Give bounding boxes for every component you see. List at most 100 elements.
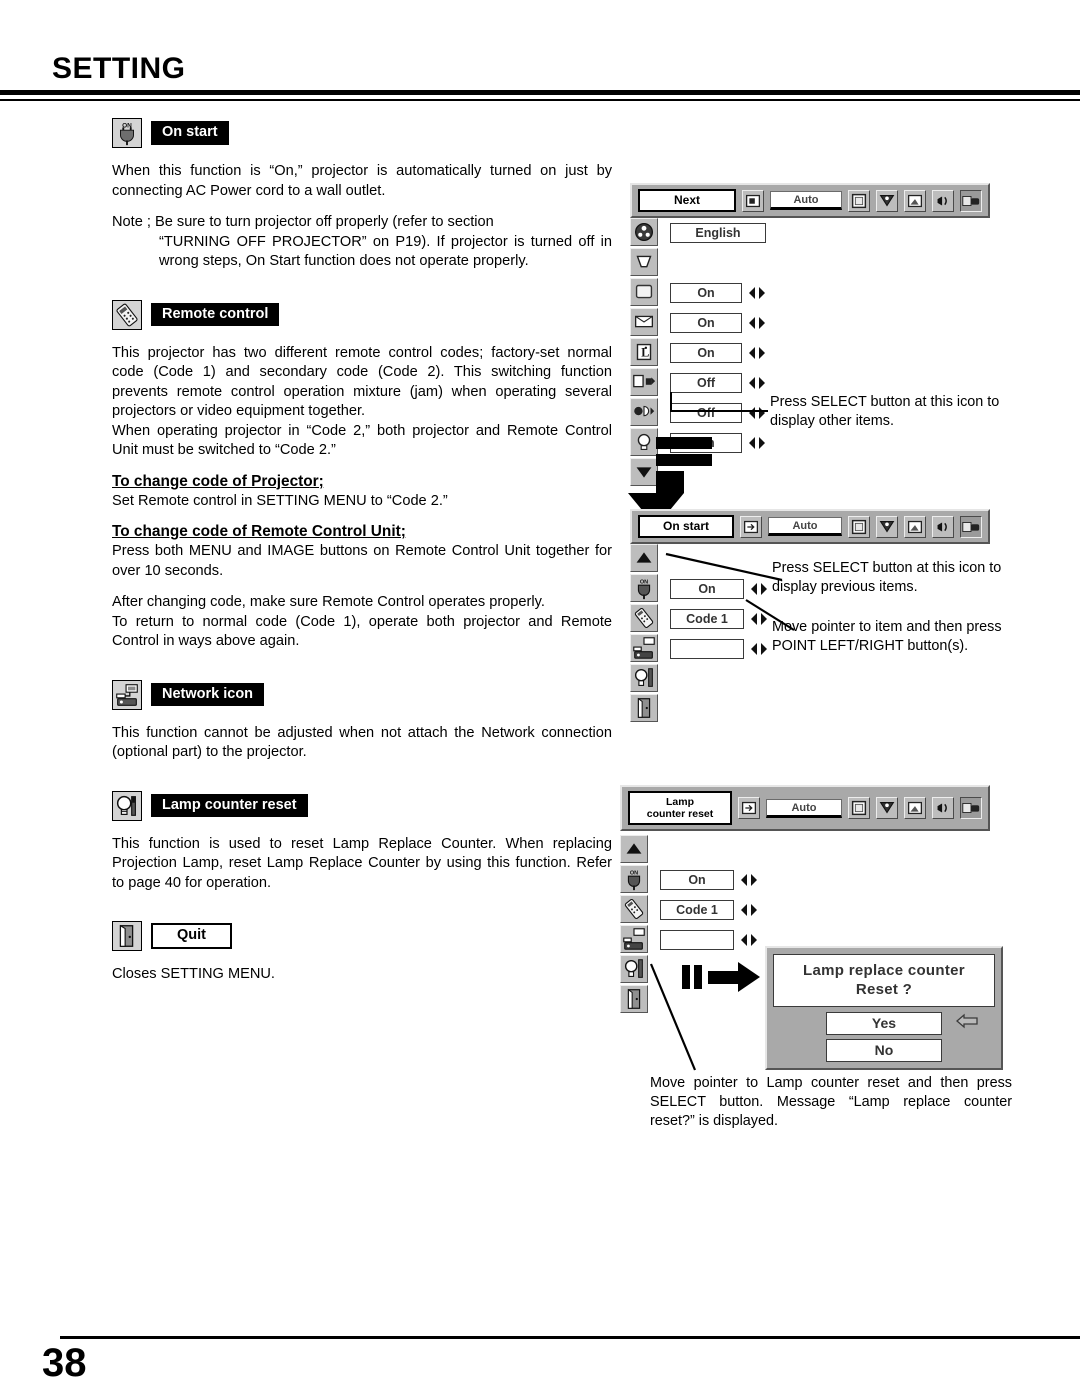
osd-title-line-1: Lamp — [665, 796, 694, 808]
input-source-icon[interactable] — [738, 797, 760, 819]
osd-row-language: English — [658, 218, 767, 248]
no-button[interactable]: No — [826, 1039, 942, 1062]
left-right-arrow-icon[interactable] — [739, 932, 759, 948]
rear-value[interactable]: Off — [670, 403, 742, 423]
remote-control-icon[interactable] — [630, 604, 658, 632]
blue-back-value[interactable]: On — [670, 283, 742, 303]
yes-button[interactable]: Yes — [826, 1012, 942, 1035]
auto-pc-adjust-button[interactable]: Auto — [770, 191, 842, 210]
down-arrow-icon[interactable] — [630, 458, 658, 486]
callout-display-previous-items: Press SELECT button at this icon to disp… — [772, 560, 1002, 595]
remote-paragraph-2: When operating projector in “Code 2,” bo… — [112, 422, 612, 459]
osd-row-on-start: On — [648, 865, 759, 895]
svg-text:ON: ON — [630, 870, 638, 876]
screen-icon[interactable] — [848, 797, 870, 819]
callout-leader-1 — [672, 410, 768, 412]
blue-back-icon[interactable] — [630, 278, 658, 306]
sound-icon[interactable] — [932, 797, 954, 819]
osd-toolbar-2: On start Auto — [630, 509, 990, 544]
door-exit-icon — [112, 921, 142, 951]
rear-icon[interactable] — [630, 398, 658, 426]
power-plug-on-icon[interactable]: ON — [620, 865, 648, 893]
sound-icon[interactable] — [932, 189, 954, 212]
left-right-arrow-icon[interactable] — [747, 435, 767, 451]
network-value[interactable] — [660, 930, 734, 950]
lamp-counter-paragraph: This function is used to reset Lamp Repl… — [112, 835, 612, 891]
language-globe-icon[interactable] — [630, 218, 658, 246]
auto-pc-adjust-button[interactable]: Auto — [766, 798, 842, 818]
logo-icon[interactable]: L — [630, 338, 658, 366]
remote-control-value[interactable]: Code 1 — [670, 609, 744, 629]
setting-icon[interactable] — [960, 797, 982, 819]
display-value[interactable]: On — [670, 313, 742, 333]
network-projector-icon[interactable] — [620, 925, 648, 953]
section-label-remote-control: Remote control — [151, 302, 280, 327]
note-rest: “TURNING OFF PROJECTOR” on P19). If proj… — [159, 233, 612, 270]
power-management-icon[interactable] — [630, 428, 658, 456]
image-select-icon[interactable] — [876, 515, 898, 538]
osd-toolbar-3: Lamp counter reset Auto — [620, 785, 990, 831]
input-source-icon[interactable] — [740, 515, 762, 538]
up-arrow-icon[interactable] — [620, 835, 648, 863]
on-start-value[interactable]: On — [660, 870, 734, 890]
header-rule-thin — [0, 99, 1080, 101]
left-right-arrow-icon[interactable] — [739, 872, 759, 888]
osd-title-lamp-counter-reset[interactable]: Lamp counter reset — [628, 791, 732, 825]
display-icon[interactable] — [630, 308, 658, 336]
input-source-icon[interactable] — [742, 189, 764, 212]
svg-text:ON: ON — [640, 579, 648, 585]
left-right-arrow-icon[interactable] — [739, 902, 759, 918]
image-adjust-icon[interactable] — [904, 797, 926, 819]
ceiling-icon[interactable] — [630, 368, 658, 396]
power-plug-on-icon[interactable]: ON — [630, 574, 658, 602]
left-text-column: ON On start When this function is “On,” … — [112, 118, 612, 997]
osd-row-blue-back: On — [658, 278, 767, 308]
setting-icon[interactable] — [960, 515, 982, 538]
left-right-arrow-icon[interactable] — [747, 405, 767, 421]
left-right-arrow-icon[interactable] — [749, 641, 769, 657]
section-label-quit: Quit — [151, 923, 232, 949]
on-start-note: Note ; Be sure to turn projector off pro… — [112, 213, 612, 272]
osd-row-ceiling: Off — [658, 368, 767, 398]
up-arrow-icon[interactable] — [630, 544, 658, 572]
remote-control-icon[interactable] — [620, 895, 648, 923]
lamp-tool-icon[interactable] — [620, 955, 648, 983]
left-right-arrow-icon[interactable] — [747, 285, 767, 301]
left-right-arrow-icon[interactable] — [747, 375, 767, 391]
setting-icon[interactable] — [960, 189, 982, 212]
auto-pc-adjust-button[interactable]: Auto — [768, 517, 842, 536]
callout-leader-1-stem — [670, 392, 672, 412]
after-change-text-1: After changing code, make sure Remote Co… — [112, 594, 545, 610]
door-exit-icon[interactable] — [630, 694, 658, 722]
subheading-change-projector-code: To change code of Projector; — [112, 472, 324, 490]
after-change-text-2: To return to normal code (Code 1), opera… — [112, 613, 612, 650]
logo-value[interactable]: On — [670, 343, 742, 363]
image-adjust-icon[interactable] — [904, 515, 926, 538]
screen-icon[interactable] — [848, 189, 870, 212]
remote-control-value[interactable]: Code 1 — [660, 900, 734, 920]
caption-lamp-counter-reset: Move pointer to Lamp counter reset and t… — [650, 1075, 1012, 1129]
language-value[interactable]: English — [670, 223, 766, 243]
section-header-remote-control: Remote control — [112, 299, 612, 330]
screen-icon[interactable] — [848, 515, 870, 538]
keystone-icon[interactable] — [630, 248, 658, 276]
left-right-arrow-icon[interactable] — [747, 345, 767, 361]
image-select-icon[interactable] — [876, 189, 898, 212]
image-adjust-icon[interactable] — [904, 189, 926, 212]
image-select-icon[interactable] — [876, 797, 898, 819]
note-lead: Note ; Be sure to turn projector off pro… — [112, 214, 494, 230]
osd-title-on-start[interactable]: On start — [638, 515, 734, 538]
osd-row-network — [658, 634, 769, 664]
osd-title-next[interactable]: Next — [638, 189, 736, 212]
network-projector-icon[interactable] — [630, 634, 658, 662]
section-label-on-start: On start — [151, 121, 229, 145]
osd-menu-2-icons: ON — [630, 544, 658, 724]
lamp-tool-icon[interactable] — [630, 664, 658, 692]
network-value[interactable] — [670, 639, 744, 659]
sound-icon[interactable] — [932, 515, 954, 538]
ceiling-value[interactable]: Off — [670, 373, 742, 393]
page-number: 38 — [42, 1341, 87, 1385]
osd-toolbar-1: Next Auto — [630, 183, 990, 218]
left-right-arrow-icon[interactable] — [747, 315, 767, 331]
door-exit-icon[interactable] — [620, 985, 648, 1013]
